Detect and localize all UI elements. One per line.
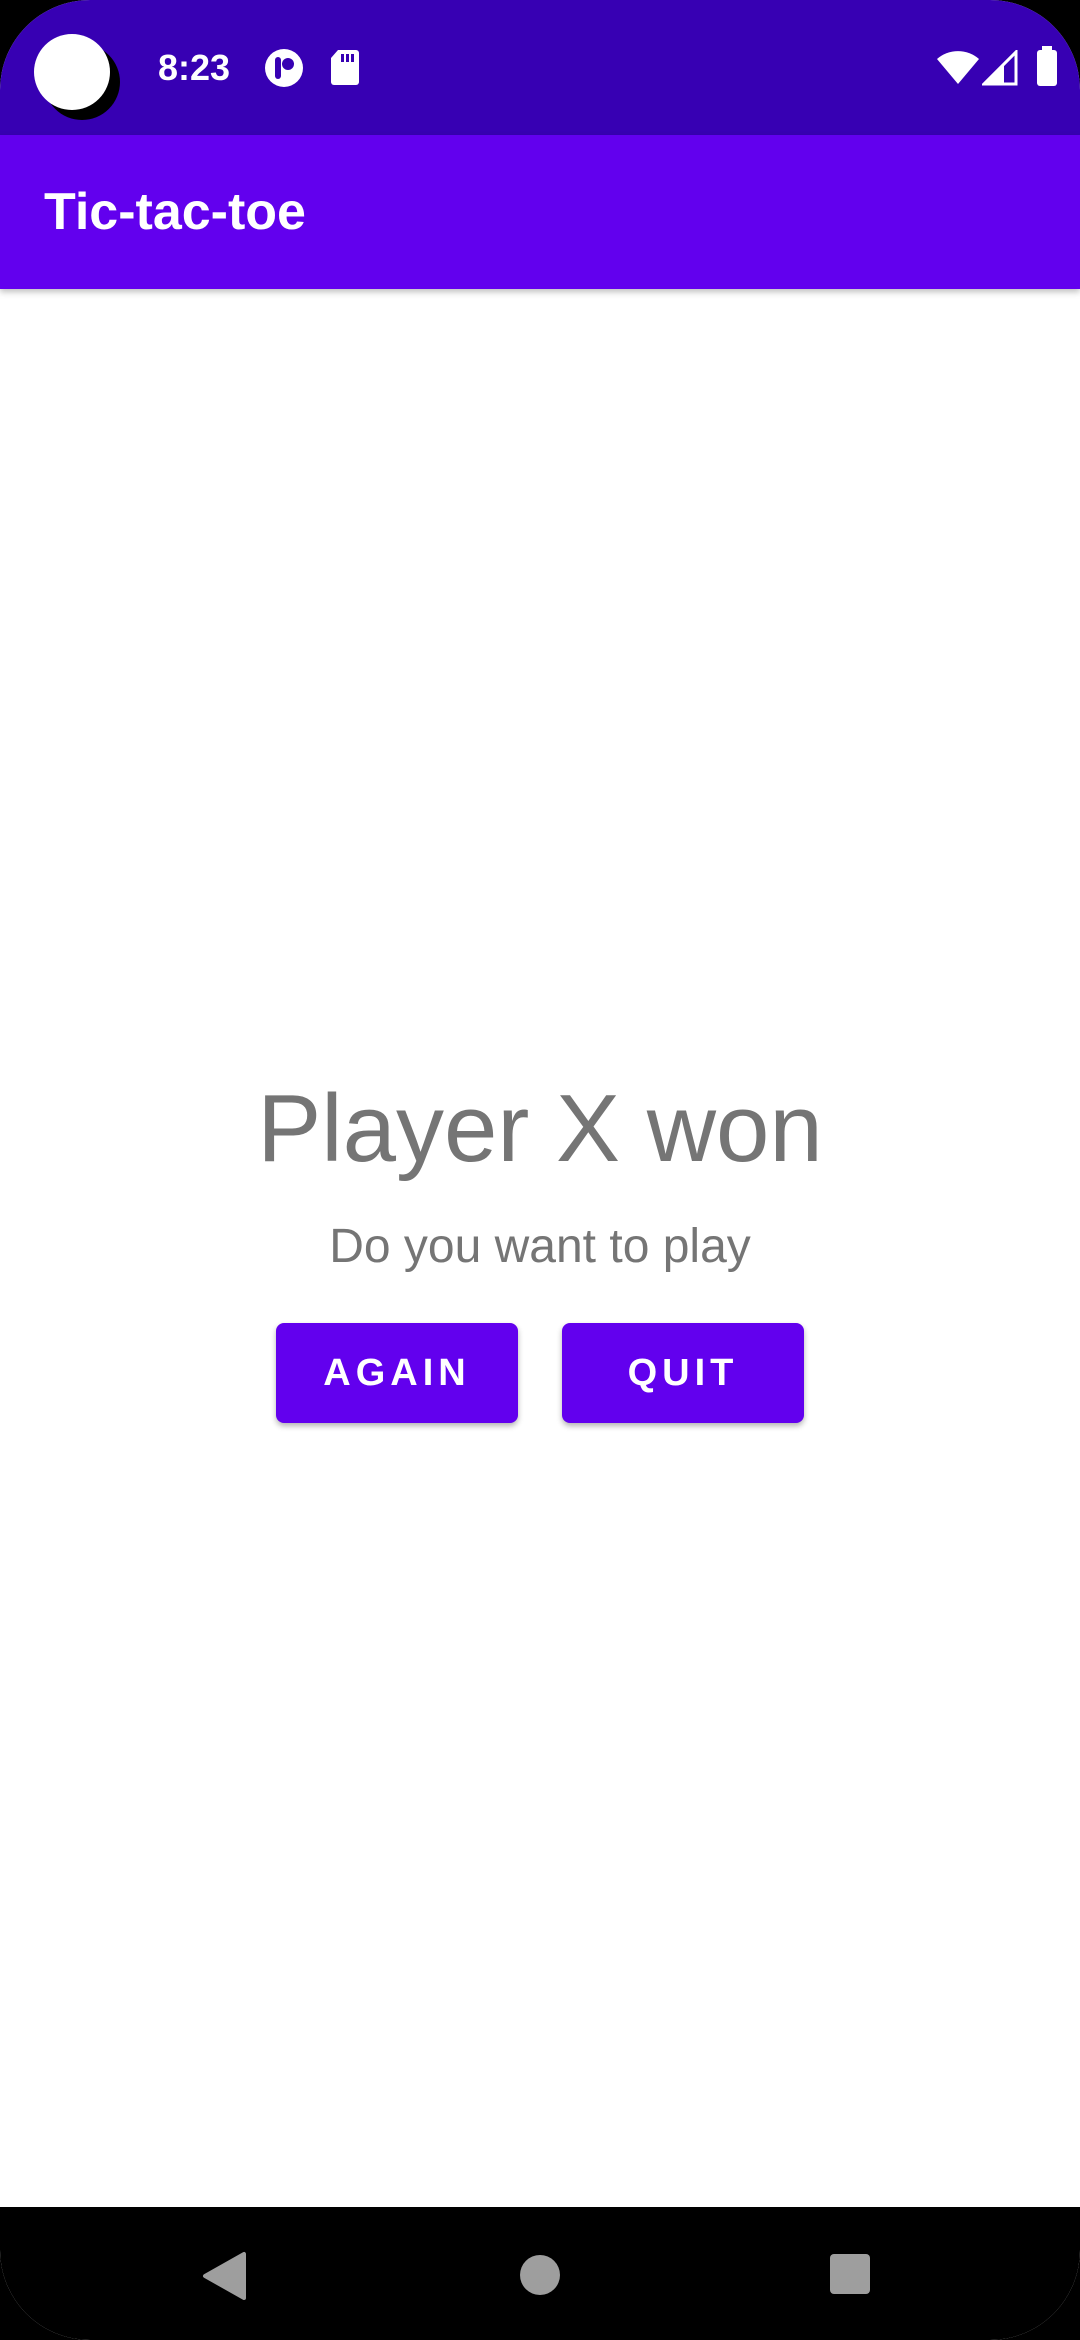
app-title: Tic-tac-toe	[44, 183, 306, 241]
status-time: 8:23	[158, 47, 231, 88]
back-icon[interactable]	[202, 2251, 248, 2306]
screen: 8:23 Tic-tac-toe Player X won Do you wan…	[0, 0, 1080, 2340]
app-bar: Tic-tac-toe	[0, 135, 1080, 289]
home-icon[interactable]	[519, 2254, 561, 2301]
again-button[interactable]: AGAIN	[276, 1323, 518, 1423]
result-title: Player X won	[257, 1075, 823, 1182]
recents-icon[interactable]	[829, 2253, 871, 2300]
game-over-panel: Player X won Do you want to play AGAIN Q…	[0, 289, 1080, 2207]
navigation-bar	[0, 2207, 1080, 2340]
cellular-signal-icon	[980, 48, 1018, 91]
status-bar: 8:23	[0, 0, 1080, 135]
app-notification-icon	[264, 48, 304, 93]
sd-card-icon	[330, 48, 360, 91]
wifi-icon	[936, 50, 980, 91]
play-again-prompt: Do you want to play	[329, 1220, 751, 1273]
camera-hole	[34, 34, 110, 110]
quit-button[interactable]: QUIT	[562, 1323, 804, 1423]
battery-icon	[1036, 46, 1058, 91]
